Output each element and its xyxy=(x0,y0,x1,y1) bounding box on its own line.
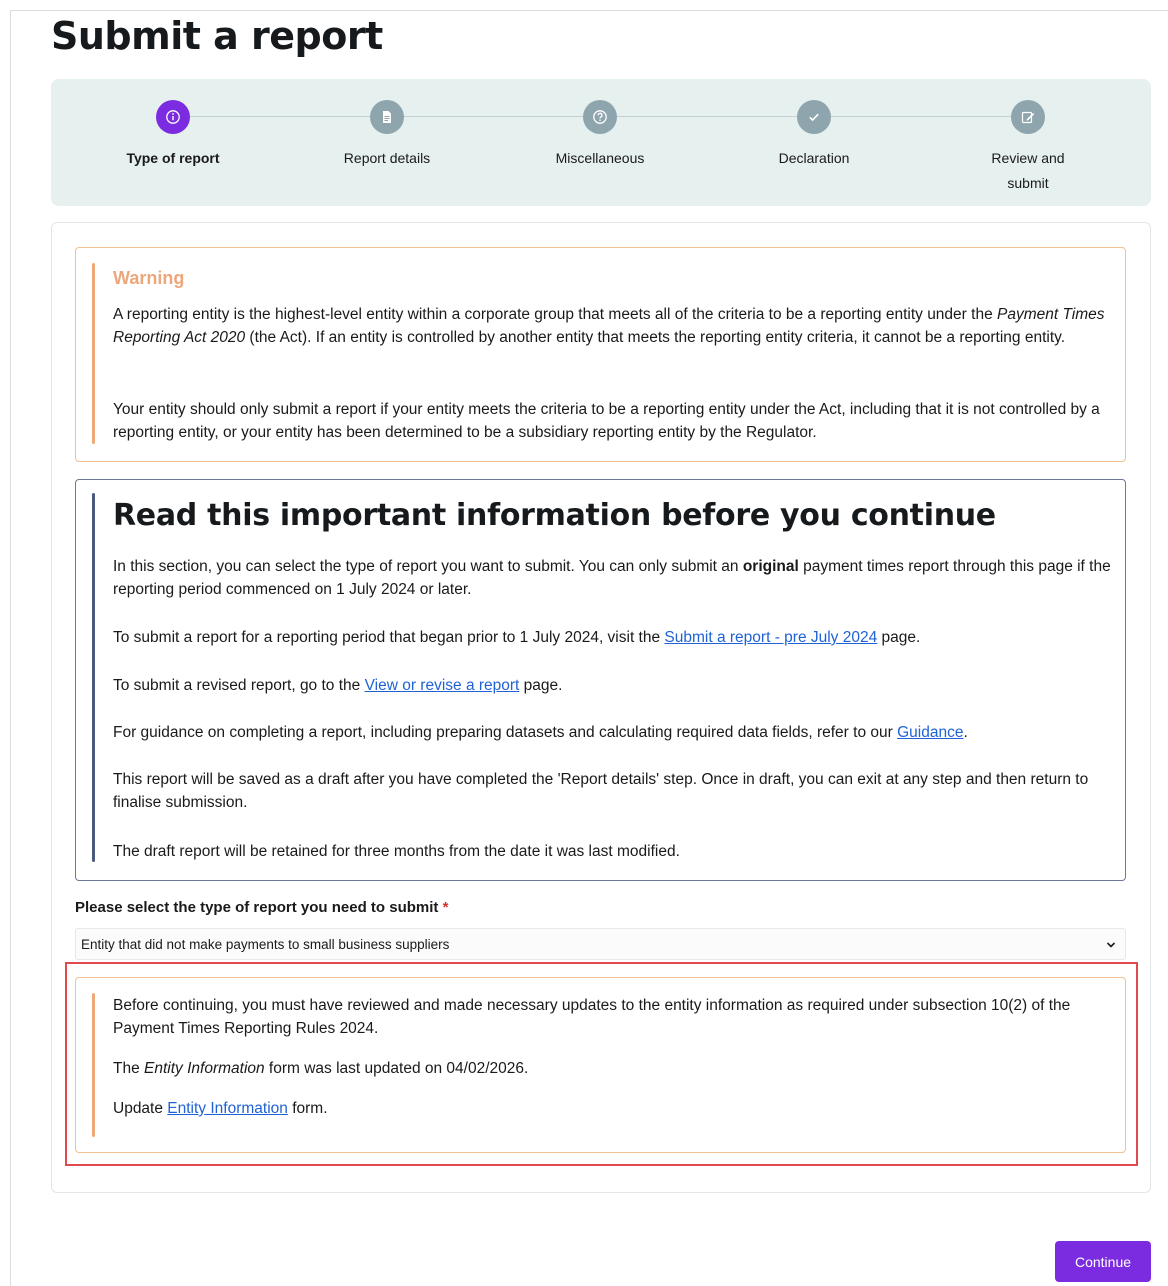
step-declaration[interactable]: Declaration xyxy=(714,100,914,171)
step-type-of-report[interactable]: Type of report xyxy=(73,100,273,171)
step-label: Review and submit xyxy=(928,146,1128,196)
text: The xyxy=(113,1060,145,1077)
text: form. xyxy=(287,1100,328,1117)
warning-paragraph-2: Your entity should only submit a report … xyxy=(113,401,1100,441)
text: To submit a report for a reporting perio… xyxy=(113,629,665,646)
text: A reporting entity is the highest-level … xyxy=(113,306,997,323)
notice-paragraph-3: Update Entity Information form. xyxy=(113,1097,1113,1120)
text: For guidance on completing a report, inc… xyxy=(113,724,898,741)
frame-left-border xyxy=(10,10,11,1286)
report-type-select[interactable]: Entity that did not make payments to sma… xyxy=(75,928,1126,960)
text: . xyxy=(963,724,968,741)
text: In this section, you can select the type… xyxy=(113,558,743,575)
check-icon xyxy=(797,100,831,134)
step-label: Type of report xyxy=(126,150,220,166)
notice-paragraph-1: Before continuing, you must have reviewe… xyxy=(113,997,1071,1037)
edit-icon xyxy=(1011,100,1045,134)
notice-accent-bar xyxy=(92,993,95,1137)
text: To submit a revised report, go to the xyxy=(113,677,365,694)
report-type-label: Please select the type of report you nee… xyxy=(75,899,448,916)
warning-paragraph-1: A reporting entity is the highest-level … xyxy=(113,303,1113,349)
step-label: Report details xyxy=(343,150,431,166)
text: page. xyxy=(519,677,563,694)
info-paragraph-2: To submit a report for a reporting perio… xyxy=(113,626,1113,649)
step-label-line1: Review and xyxy=(991,150,1065,166)
chevron-down-icon xyxy=(1106,942,1116,948)
info-paragraph-1: In this section, you can select the type… xyxy=(113,555,1113,601)
question-icon xyxy=(583,100,617,134)
warning-accent-bar xyxy=(92,263,95,444)
info-paragraph-4: For guidance on completing a report, inc… xyxy=(113,721,1113,744)
step-label: Declaration xyxy=(778,150,850,166)
step-label-line2: submit xyxy=(1007,175,1049,191)
frame-top-border xyxy=(10,10,1168,11)
selected-value: Entity that did not make payments to sma… xyxy=(81,937,450,952)
label-text: Please select the type of report you nee… xyxy=(75,899,439,916)
step-label: Miscellaneous xyxy=(555,150,645,166)
view-or-revise-report-link[interactable]: View or revise a report xyxy=(365,677,520,694)
submit-pre-july-2024-link[interactable]: Submit a report - pre July 2024 xyxy=(664,629,877,646)
document-icon xyxy=(370,100,404,134)
info-paragraph-5: This report will be saved as a draft aft… xyxy=(113,771,1089,811)
text: Update xyxy=(113,1100,168,1117)
info-accent-bar xyxy=(92,493,95,862)
step-miscellaneous[interactable]: Miscellaneous xyxy=(500,100,700,171)
info-paragraph-6: The draft report will be retained for th… xyxy=(113,843,680,860)
text: (the Act). If an entity is controlled by… xyxy=(245,329,1066,346)
form-name: Entity Information xyxy=(144,1060,265,1077)
notice-paragraph-2: The Entity Information form was last upd… xyxy=(113,1057,1113,1080)
required-marker: * xyxy=(442,899,449,916)
text: page. xyxy=(877,629,921,646)
progress-stepper: Type of report Report details Miscellane… xyxy=(51,79,1151,206)
step-review-and-submit[interactable]: Review and submit xyxy=(928,100,1128,196)
entity-information-link[interactable]: Entity Information xyxy=(167,1100,288,1117)
continue-button[interactable]: Continue xyxy=(1055,1241,1151,1282)
warning-title: Warning xyxy=(113,268,185,288)
step-report-details[interactable]: Report details xyxy=(287,100,487,171)
info-title: Read this important information before y… xyxy=(113,498,996,533)
bold-text: original xyxy=(742,558,799,575)
page-title: Submit a report xyxy=(51,14,383,58)
info-icon xyxy=(156,100,190,134)
guidance-link[interactable]: Guidance xyxy=(897,724,963,741)
info-paragraph-3: To submit a revised report, go to the Vi… xyxy=(113,674,1113,697)
text: form was last updated on 04/02/2026. xyxy=(264,1060,529,1077)
